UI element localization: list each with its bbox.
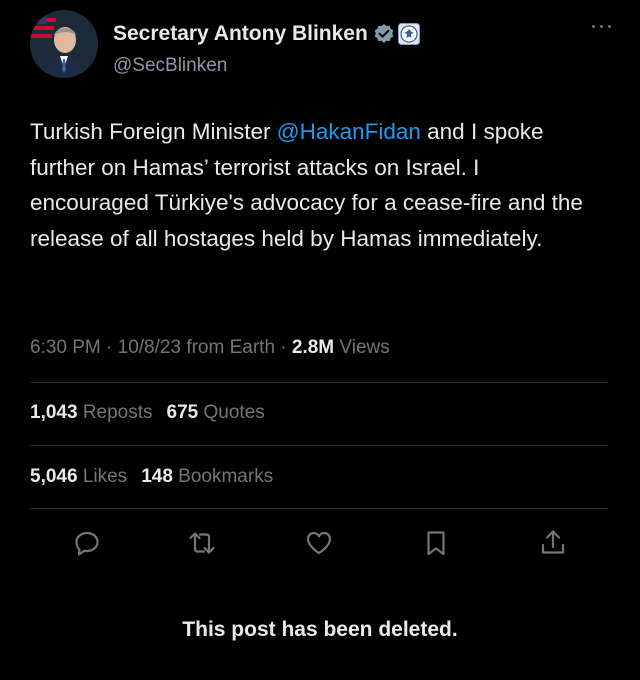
reply-icon[interactable]	[72, 528, 102, 558]
views-count: 2.8M	[291, 337, 335, 358]
mention-link[interactable]: @HakanFidan	[277, 119, 421, 144]
avatar[interactable]	[30, 10, 98, 78]
bookmarks-stat[interactable]: 148 Bookmarks	[141, 466, 273, 487]
quotes-count: 675	[166, 402, 199, 423]
more-options-icon[interactable]	[590, 20, 614, 34]
like-icon[interactable]	[304, 528, 334, 558]
reposts-label: Reposts	[82, 402, 153, 423]
repost-icon[interactable]	[187, 528, 217, 558]
deleted-notice: This post has been deleted.	[182, 618, 458, 641]
reposts-quotes-row: 1,043 Reposts 675 Quotes	[30, 402, 265, 424]
post-meta: 6:30 PM · 10/8/23 from Earth · 2.8M View…	[30, 337, 390, 359]
quotes-label: Quotes	[203, 402, 265, 423]
post-header: Secretary Antony Blinken @SecBlinken	[30, 8, 611, 80]
divider	[30, 382, 608, 383]
likes-stat[interactable]: 5,046 Likes	[30, 466, 127, 487]
verified-badge-icon	[373, 23, 395, 45]
divider	[30, 445, 608, 446]
likes-bookmarks-row: 5,046 Likes 148 Bookmarks	[30, 466, 273, 488]
tweet-text: Turkish Foreign Minister @HakanFidan and…	[30, 114, 590, 256]
quotes-stat[interactable]: 675 Quotes	[167, 402, 265, 423]
reposts-count: 1,043	[30, 402, 78, 423]
timestamp[interactable]: 6:30 PM · 10/8/23 from Earth ·	[30, 337, 292, 358]
name-row: Secretary Antony Blinken	[113, 22, 420, 46]
bookmarks-count: 148	[141, 466, 173, 487]
handle[interactable]: @SecBlinken	[113, 55, 227, 77]
bookmark-icon[interactable]	[421, 528, 451, 558]
deleted-post: Secretary Antony Blinken @SecBlinken Tur…	[0, 0, 640, 680]
likes-count: 5,046	[30, 466, 78, 487]
likes-label: Likes	[82, 466, 128, 487]
reposts-stat[interactable]: 1,043 Reposts	[30, 402, 153, 423]
display-name[interactable]: Secretary Antony Blinken	[113, 22, 368, 46]
divider	[30, 508, 608, 509]
bookmarks-label: Bookmarks	[178, 466, 274, 487]
share-icon[interactable]	[538, 528, 568, 558]
tweet-text-start: Turkish Foreign Minister	[30, 119, 277, 144]
views-label: Views	[334, 337, 390, 358]
action-bar	[70, 528, 570, 558]
state-department-seal-icon[interactable]	[397, 23, 420, 45]
